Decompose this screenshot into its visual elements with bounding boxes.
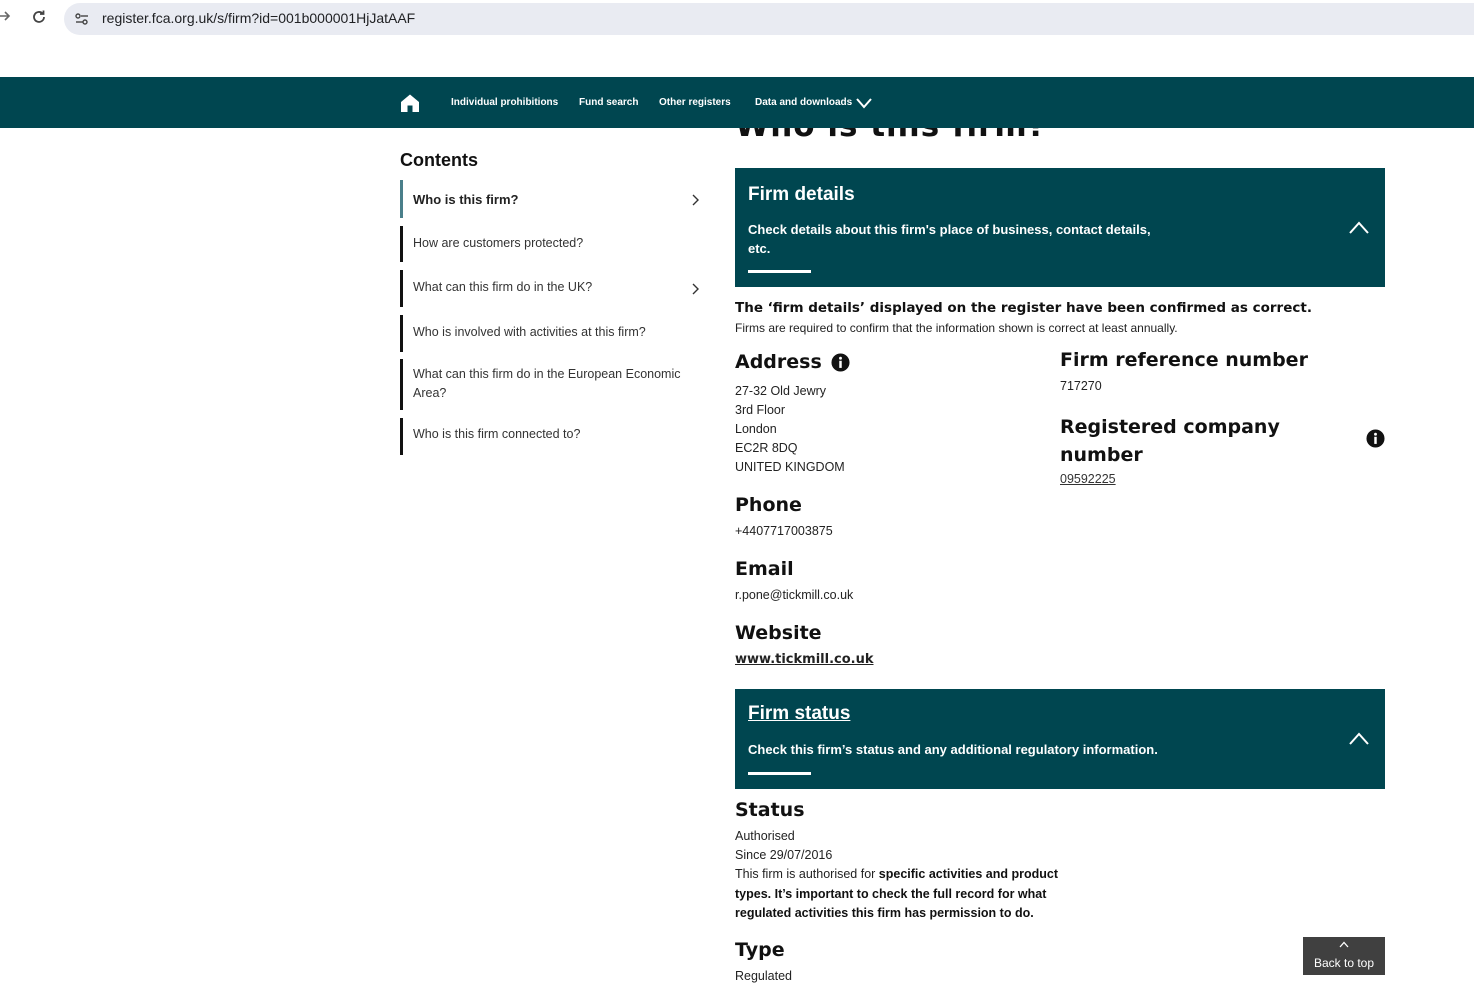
- heading-line: number: [1060, 444, 1143, 466]
- info-icon[interactable]: [831, 353, 850, 372]
- status-since: Since 29/07/2016: [735, 848, 833, 862]
- firm-details-title: Firm details: [748, 184, 855, 205]
- firm-details-description: Check details about this firm's place of…: [748, 220, 1178, 258]
- firm-status-title[interactable]: Firm status: [748, 703, 850, 725]
- authorisation-text: This firm is authorised for specific act…: [735, 865, 1065, 924]
- sidebar-item-label: Who is this firm connected to?: [413, 427, 581, 441]
- chevron-up-icon[interactable]: [1349, 732, 1369, 746]
- panel-underline: [748, 772, 811, 775]
- nav-individual-prohibitions[interactable]: Individual prohibitions: [451, 97, 558, 108]
- email-heading: Email: [735, 558, 794, 580]
- sidebar-item-connected-to[interactable]: Who is this firm connected to?: [400, 418, 705, 455]
- back-to-top-button[interactable]: Back to top: [1303, 937, 1385, 975]
- forward-icon[interactable]: [0, 9, 14, 29]
- sidebar-item-label: What can this firm do in the European Ec…: [413, 367, 681, 381]
- browser-toolbar: register.fca.org.uk/s/firm?id=001b000001…: [0, 0, 1474, 38]
- back-to-top-label: Back to top: [1313, 956, 1375, 970]
- sidebar-item-label: Area?: [413, 386, 447, 400]
- status-value: Authorised: [735, 829, 795, 843]
- sidebar-item-label: How are customers protected?: [413, 236, 584, 250]
- auth-plain: This firm is authorised for: [735, 867, 879, 881]
- panel-underline: [748, 270, 811, 273]
- address-heading: Address: [735, 351, 822, 373]
- contents-heading: Contents: [400, 150, 478, 170]
- address-bar[interactable]: register.fca.org.uk/s/firm?id=001b000001…: [64, 3, 1474, 35]
- phone-heading: Phone: [735, 494, 802, 516]
- phone-value: +4407717003875: [735, 524, 833, 538]
- firm-reference-heading: Firm reference number: [1060, 349, 1308, 371]
- sidebar-item-label: Who is involved with activities at this …: [413, 325, 646, 339]
- sidebar-item-label: Who is this firm?: [413, 192, 519, 207]
- firm-status-description: Check this firm’s status and any additio…: [748, 742, 1158, 757]
- sidebar-item-who-is-involved[interactable]: Who is involved with activities at this …: [400, 315, 705, 352]
- sidebar-item-label: What can this firm do in the UK?: [413, 280, 593, 294]
- address-line: UNITED KINGDOM: [735, 460, 845, 474]
- type-heading: Type: [735, 939, 785, 961]
- sidebar-item-customers-protected[interactable]: How are customers protected?: [400, 226, 705, 262]
- chevron-up-icon[interactable]: [1349, 221, 1369, 235]
- sidebar-item-uk-activities[interactable]: What can this firm do in the UK?: [400, 270, 705, 307]
- website-heading: Website: [735, 622, 822, 644]
- confirmation-statement: The ‘firm details’ displayed on the regi…: [735, 300, 1312, 316]
- home-icon[interactable]: [400, 93, 420, 113]
- address-line: 3rd Floor: [735, 403, 786, 417]
- firm-reference-value: 717270: [1060, 379, 1102, 393]
- sidebar-item-eea-activities[interactable]: What can this firm do in the European Ec…: [400, 359, 705, 410]
- firm-details-panel[interactable]: Firm details Check details about this fi…: [735, 168, 1385, 287]
- sidebar-item-who-is-this-firm[interactable]: Who is this firm?: [400, 180, 705, 218]
- address-line: EC2R 8DQ: [735, 441, 798, 455]
- address-line: London: [735, 422, 777, 436]
- firm-status-panel[interactable]: Firm status Check this firm’s status and…: [735, 689, 1385, 789]
- email-value: r.pone@tickmill.co.uk: [735, 588, 854, 602]
- url-text[interactable]: register.fca.org.uk/s/firm?id=001b000001…: [102, 10, 415, 26]
- chevron-up-icon: [1303, 940, 1385, 952]
- nav-fund-search[interactable]: Fund search: [579, 97, 638, 108]
- main-nav-bar: [0, 77, 1474, 128]
- address-value: 27-32 Old Jewry 3rd Floor London EC2R 8D…: [735, 382, 845, 477]
- type-value: Regulated: [735, 969, 792, 983]
- heading-line: Registered company: [1060, 416, 1280, 438]
- site-settings-icon[interactable]: [74, 11, 90, 27]
- nav-other-registers[interactable]: Other registers: [659, 97, 731, 108]
- registered-company-heading: Registered company number: [1060, 413, 1280, 469]
- nav-data-and-downloads[interactable]: Data and downloads: [755, 97, 852, 108]
- chevron-down-icon[interactable]: [856, 97, 872, 109]
- website-link[interactable]: www.tickmill.co.uk: [735, 650, 874, 669]
- confirmation-note: Firms are required to confirm that the i…: [735, 321, 1178, 335]
- desc-line: Check details about this firm's place of…: [748, 222, 1151, 237]
- chevron-right-icon: [692, 283, 699, 295]
- info-icon[interactable]: [1366, 429, 1385, 448]
- status-heading: Status: [735, 799, 805, 821]
- registered-company-link[interactable]: 09592225: [1060, 470, 1116, 489]
- address-line: 27-32 Old Jewry: [735, 384, 827, 398]
- chevron-right-icon: [692, 194, 699, 206]
- desc-line: etc.: [748, 241, 771, 256]
- reload-icon[interactable]: [29, 9, 49, 29]
